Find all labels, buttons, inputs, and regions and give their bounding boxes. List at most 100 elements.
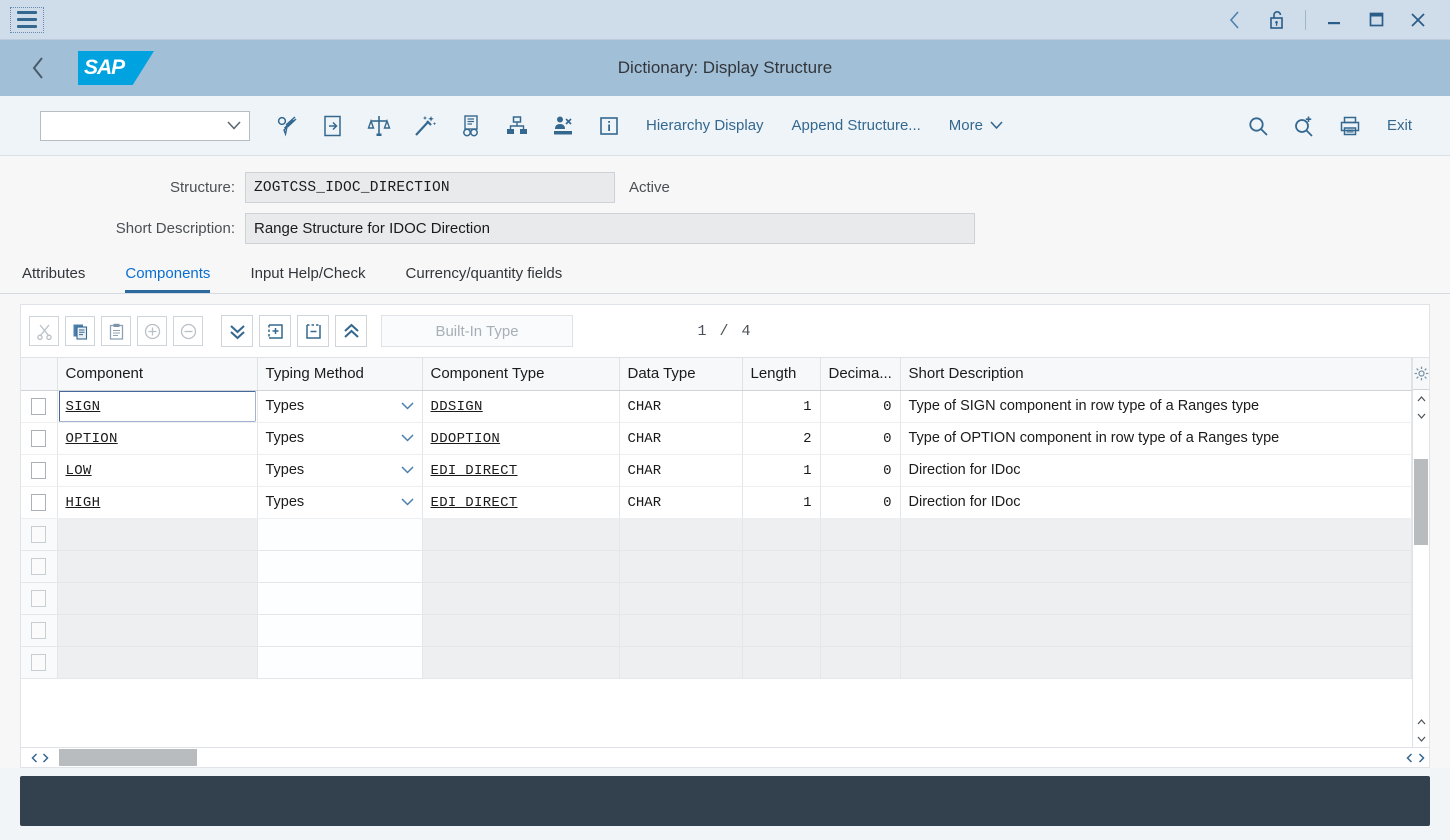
column-header-decimals[interactable]: Decima... [820, 358, 900, 390]
hscroll-nav-left[interactable] [21, 748, 59, 767]
insert-row-button[interactable] [137, 316, 167, 346]
component-type-link[interactable]: DDOPTION [431, 431, 501, 447]
vertical-scroll-thumb[interactable] [1414, 459, 1428, 546]
hierarchy-display-button[interactable]: Hierarchy Display [632, 108, 778, 144]
component-link[interactable]: HIGH [66, 495, 101, 511]
exit-button[interactable]: Exit [1373, 108, 1426, 144]
object-select-dropdown[interactable] [40, 111, 250, 141]
row-select-cell[interactable] [21, 550, 57, 582]
horizontal-scroll-track[interactable] [59, 748, 1373, 767]
row-select-cell[interactable] [21, 422, 57, 454]
collapse-all-button[interactable] [335, 315, 367, 347]
row-checkbox[interactable] [31, 590, 46, 607]
scroll-down-button-top[interactable] [1413, 407, 1429, 424]
row-checkbox[interactable] [31, 398, 46, 415]
activate-button[interactable] [540, 106, 586, 146]
table-row-empty[interactable] [21, 582, 1412, 614]
cell-typing-method[interactable]: Types [257, 454, 422, 486]
other-object-button[interactable] [310, 106, 356, 146]
cell-component-type[interactable] [422, 614, 619, 646]
display-change-button[interactable] [264, 106, 310, 146]
cell-component-type[interactable] [422, 646, 619, 678]
cell-component[interactable]: HIGH [57, 486, 257, 518]
table-row[interactable]: LOW Types EDI_DIRECT CHAR 1 [21, 454, 1412, 486]
cell-component-type[interactable] [422, 550, 619, 582]
cell-component-type[interactable]: EDI_DIRECT [422, 486, 619, 518]
cell-typing-method[interactable]: Types [257, 486, 422, 518]
grid-vertical-scrollbar[interactable] [1412, 358, 1429, 747]
cell-component[interactable] [57, 646, 257, 678]
row-checkbox[interactable] [31, 654, 46, 671]
select-all-header[interactable] [21, 358, 57, 390]
component-type-link[interactable]: EDI_DIRECT [431, 495, 518, 511]
tab-input-help-check[interactable]: Input Help/Check [250, 265, 365, 293]
more-menu-button[interactable]: More [935, 108, 1017, 144]
column-header-short-description[interactable]: Short Description [900, 358, 1412, 390]
remove-node-button[interactable] [297, 315, 329, 347]
tab-currency-quantity-fields[interactable]: Currency/quantity fields [406, 265, 563, 293]
scroll-up-button-bottom[interactable] [1413, 713, 1429, 730]
copy-button[interactable] [65, 316, 95, 346]
search-next-button[interactable] [1281, 106, 1327, 146]
cell-component[interactable] [57, 550, 257, 582]
cell-component[interactable]: LOW [57, 454, 257, 486]
component-link[interactable]: SIGN [66, 399, 101, 415]
cell-component-type[interactable] [422, 582, 619, 614]
lock-button[interactable] [1257, 1, 1297, 39]
scroll-up-button[interactable] [1413, 390, 1429, 407]
short-description-field[interactable]: Range Structure for IDOC Direction [245, 213, 975, 244]
row-checkbox[interactable] [31, 558, 46, 575]
expand-all-button[interactable] [221, 315, 253, 347]
grid-settings-button[interactable] [1413, 358, 1429, 390]
component-link[interactable]: OPTION [66, 431, 118, 447]
paste-button[interactable] [101, 316, 131, 346]
where-used-list-button[interactable] [448, 106, 494, 146]
cell-typing-method[interactable] [257, 582, 422, 614]
cell-typing-method[interactable] [257, 518, 422, 550]
table-row-empty[interactable] [21, 550, 1412, 582]
technical-settings-button[interactable] [586, 106, 632, 146]
row-select-cell[interactable] [21, 486, 57, 518]
built-in-type-button[interactable]: Built-In Type [381, 315, 573, 347]
cell-component-type[interactable]: DDOPTION [422, 422, 619, 454]
cell-component[interactable]: SIGN [57, 390, 257, 422]
row-checkbox[interactable] [31, 494, 46, 511]
row-select-cell[interactable] [21, 390, 57, 422]
close-button[interactable] [1398, 1, 1438, 39]
column-header-component-type[interactable]: Component Type [422, 358, 619, 390]
cell-component-type[interactable]: DDSIGN [422, 390, 619, 422]
structure-name-field[interactable]: ZOGTCSS_IDOC_DIRECTION [245, 172, 615, 203]
row-select-cell[interactable] [21, 646, 57, 678]
insert-node-button[interactable] [259, 315, 291, 347]
cell-component[interactable] [57, 582, 257, 614]
tab-components[interactable]: Components [125, 265, 210, 293]
component-link[interactable]: LOW [66, 463, 92, 479]
row-select-cell[interactable] [21, 518, 57, 550]
grid-horizontal-scrollbar[interactable] [21, 747, 1429, 767]
cell-typing-method[interactable] [257, 550, 422, 582]
component-type-link[interactable]: DDSIGN [431, 399, 483, 415]
table-row[interactable]: HIGH Types EDI_DIRECT CHAR 1 [21, 486, 1412, 518]
row-select-cell[interactable] [21, 614, 57, 646]
table-row[interactable]: OPTION Types DDOPTION CHAR 2 [21, 422, 1412, 454]
row-checkbox[interactable] [31, 622, 46, 639]
row-select-cell[interactable] [21, 454, 57, 486]
table-row-empty[interactable] [21, 518, 1412, 550]
column-header-data-type[interactable]: Data Type [619, 358, 742, 390]
table-row[interactable]: SIGN Types DDSIGN CHAR 1 [21, 390, 1412, 422]
typing-method-select[interactable]: Types [266, 423, 414, 454]
cut-button[interactable] [29, 316, 59, 346]
cell-component[interactable] [57, 614, 257, 646]
table-row-empty[interactable] [21, 646, 1412, 678]
navigate-back-button[interactable] [16, 46, 60, 90]
typing-method-select[interactable]: Types [266, 391, 414, 422]
cell-typing-method[interactable]: Types [257, 390, 422, 422]
column-header-typing-method[interactable]: Typing Method [257, 358, 422, 390]
row-checkbox[interactable] [31, 526, 46, 543]
component-type-link[interactable]: EDI_DIRECT [431, 463, 518, 479]
cell-typing-method[interactable] [257, 646, 422, 678]
hierarchy-button[interactable] [494, 106, 540, 146]
minimize-button[interactable] [1314, 1, 1354, 39]
cell-component-type[interactable] [422, 518, 619, 550]
comparison-button[interactable] [356, 106, 402, 146]
